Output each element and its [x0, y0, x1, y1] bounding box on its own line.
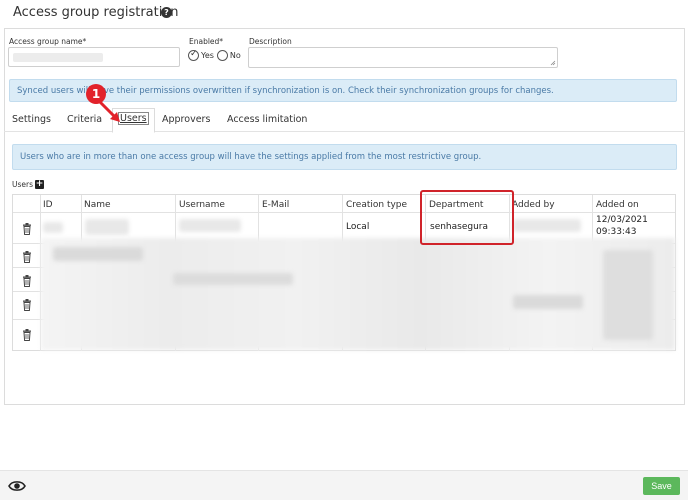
- eye-icon[interactable]: [8, 479, 26, 493]
- trash-icon[interactable]: [22, 251, 32, 263]
- redacted-row-block: [173, 273, 293, 285]
- restrictive-group-alert-text: Users who are in more than one access gr…: [20, 152, 482, 162]
- added-on-time-cell: 09:33:43: [596, 227, 637, 237]
- resize-handle-icon[interactable]: [550, 60, 556, 66]
- enabled-yes-radio[interactable]: [188, 49, 199, 61]
- enabled-no-radio[interactable]: [216, 49, 228, 61]
- trash-icon[interactable]: [22, 223, 32, 235]
- enabled-no-label: No: [229, 50, 241, 60]
- page-title: Access group registration: [13, 5, 179, 20]
- column-header-id[interactable]: ID: [43, 200, 53, 210]
- redacted-id: [43, 222, 63, 233]
- column-header-username[interactable]: Username: [179, 200, 225, 210]
- page-header: Access group registration ?: [0, 0, 688, 28]
- enabled-label: Enabled*: [189, 37, 224, 46]
- creation-type-cell: Local: [346, 222, 370, 232]
- trash-icon[interactable]: [22, 329, 32, 341]
- department-highlight-box: [420, 190, 514, 245]
- enabled-radio-group: Yes No: [188, 48, 244, 62]
- description-textarea[interactable]: [248, 47, 558, 68]
- added-on-date-cell: 12/03/2021: [596, 215, 648, 225]
- save-button[interactable]: Save: [643, 477, 680, 495]
- users-header: Users +: [12, 180, 45, 189]
- column-header-name[interactable]: Name: [84, 200, 111, 210]
- redacted-row-block: [603, 250, 653, 340]
- column-header-email[interactable]: E-Mail: [262, 200, 289, 210]
- tab-approvers[interactable]: Approvers: [162, 113, 210, 133]
- redacted-row-block: [513, 295, 583, 309]
- tab-settings[interactable]: Settings: [12, 113, 51, 133]
- users-table: ID Name Username E-Mail Creation type De…: [12, 194, 676, 351]
- redacted-row-block: [53, 247, 143, 261]
- column-header-added-by[interactable]: Added by: [512, 200, 555, 210]
- arrow-pointer-icon: [96, 98, 120, 122]
- redacted-username: [179, 219, 241, 232]
- access-group-name-value-redacted: [13, 53, 103, 62]
- users-header-label: Users: [12, 180, 34, 189]
- plus-square-icon[interactable]: +: [35, 180, 45, 189]
- tab-access-limitation[interactable]: Access limitation: [227, 113, 307, 133]
- question-circle-icon[interactable]: ?: [161, 7, 172, 18]
- redacted-name: [85, 219, 129, 235]
- access-group-name-label: Access group name*: [9, 37, 87, 46]
- access-group-name-input[interactable]: [8, 47, 180, 67]
- column-header-added-on[interactable]: Added on: [596, 200, 639, 210]
- redacted-added-by: [513, 219, 581, 232]
- trash-icon[interactable]: [22, 299, 32, 311]
- footer-bar: Save: [0, 470, 688, 500]
- trash-icon[interactable]: [22, 275, 32, 287]
- description-label: Description: [249, 37, 292, 46]
- restrictive-group-alert: Users who are in more than one access gr…: [12, 144, 677, 170]
- column-header-creation-type[interactable]: Creation type: [346, 200, 407, 210]
- enabled-yes-label: Yes: [201, 50, 214, 60]
